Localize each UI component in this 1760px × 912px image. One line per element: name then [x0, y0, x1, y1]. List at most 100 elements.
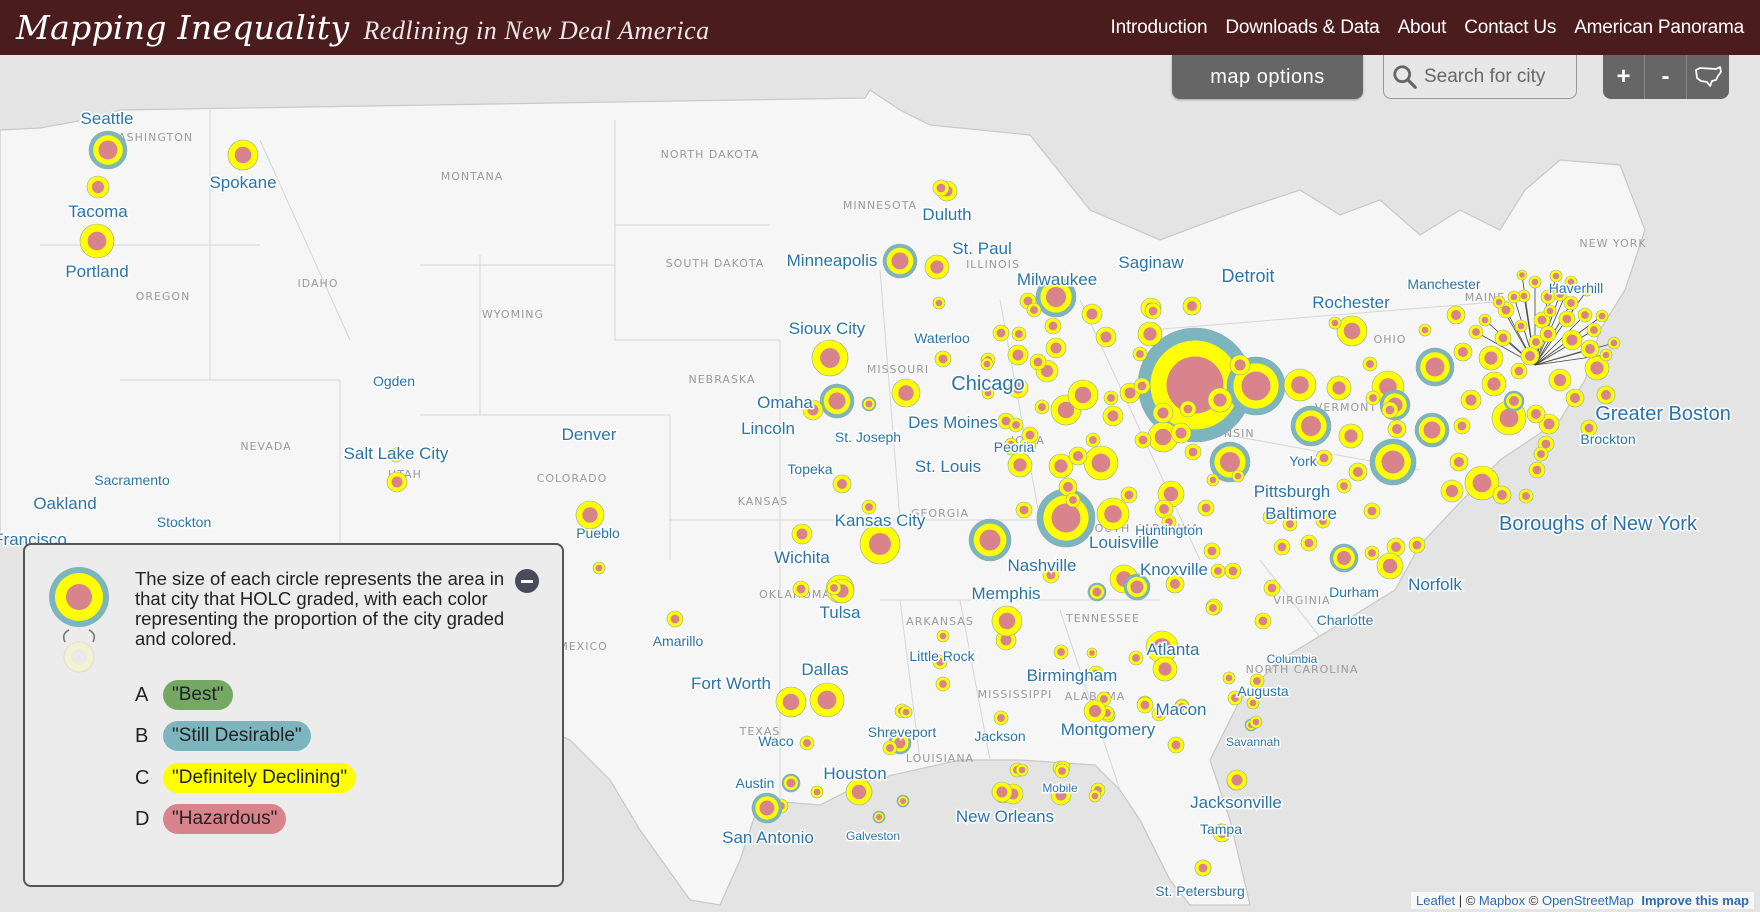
city-marker[interactable] [799, 735, 815, 751]
city-marker[interactable] [1516, 269, 1528, 281]
city-marker[interactable] [1460, 389, 1482, 411]
city-marker[interactable] [1179, 400, 1197, 418]
city-marker[interactable] [1518, 488, 1534, 504]
city-marker[interactable] [1468, 324, 1484, 340]
city-marker[interactable] [1133, 377, 1151, 395]
city-marker[interactable] [935, 676, 951, 692]
city-marker[interactable] [1132, 346, 1148, 362]
city-marker[interactable] [1015, 501, 1033, 519]
city-marker[interactable] [1096, 497, 1130, 531]
city-label[interactable]: Jackson [973, 727, 1027, 746]
city-label[interactable]: Ogden [371, 372, 416, 391]
city-marker[interactable] [1338, 423, 1364, 449]
city-marker[interactable] [1290, 405, 1332, 447]
city-marker[interactable] [1415, 347, 1455, 387]
map-options-button[interactable]: map options [1172, 55, 1363, 99]
city-label[interactable]: Tulsa [818, 602, 862, 624]
city-label[interactable]: San Antonio [721, 827, 816, 849]
city-label[interactable]: Minneapolis [785, 250, 879, 272]
city-label[interactable]: Savannah [1224, 734, 1281, 751]
zoom-out-button[interactable]: - [1645, 55, 1687, 99]
city-marker[interactable] [1144, 302, 1162, 320]
city-marker[interactable] [792, 580, 810, 598]
city-marker[interactable] [781, 773, 801, 793]
city-marker[interactable] [227, 139, 259, 171]
city-marker[interactable] [86, 175, 110, 199]
mapbox-link[interactable]: Mapbox [1479, 893, 1525, 908]
city-marker[interactable] [1222, 671, 1236, 685]
city-marker[interactable] [1336, 315, 1368, 347]
brand[interactable]: Mapping Inequality Redlining in New Deal… [16, 8, 710, 47]
city-marker[interactable] [1369, 438, 1417, 486]
city-marker[interactable] [1194, 859, 1212, 877]
city-marker[interactable] [1362, 356, 1378, 372]
city-label[interactable]: Waterloo [913, 329, 972, 348]
nav-introduction[interactable]: Introduction [1111, 17, 1208, 39]
city-label[interactable]: Omaha [756, 392, 815, 414]
city-marker[interactable] [1206, 473, 1220, 487]
city-marker[interactable] [1526, 404, 1546, 424]
city-marker[interactable] [1599, 348, 1613, 362]
city-marker[interactable] [791, 523, 813, 545]
nav-contact-us[interactable]: Contact Us [1464, 17, 1556, 39]
city-marker[interactable] [1263, 579, 1281, 597]
city-label[interactable]: Salt Lake City [342, 443, 450, 465]
city-label[interactable]: Montgomery [1059, 719, 1157, 741]
city-marker[interactable] [1283, 368, 1317, 402]
city-marker[interactable] [1170, 422, 1192, 444]
city-label[interactable]: Denver [560, 424, 618, 446]
city-label[interactable]: Charlotte [1315, 611, 1375, 630]
city-marker[interactable] [1007, 452, 1033, 478]
city-label[interactable]: St. Petersburg [1154, 882, 1247, 901]
city-marker[interactable] [1229, 354, 1251, 376]
city-marker[interactable] [1207, 387, 1233, 413]
city-marker[interactable] [1348, 462, 1368, 482]
nav-about[interactable]: About [1398, 17, 1447, 39]
city-marker[interactable] [1120, 486, 1138, 504]
city-marker[interactable] [896, 794, 910, 808]
city-marker[interactable] [1045, 337, 1067, 359]
city-marker[interactable] [592, 561, 606, 575]
city-marker[interactable] [1102, 405, 1124, 427]
city-label[interactable]: Portland [64, 261, 130, 283]
city-marker[interactable] [1478, 345, 1504, 371]
city-marker[interactable] [1205, 600, 1221, 616]
city-label[interactable]: Topeka [786, 460, 834, 479]
city-label[interactable]: Saginaw [1117, 252, 1186, 274]
city-label[interactable]: Fort Worth [690, 673, 773, 695]
city-marker[interactable] [1563, 295, 1579, 311]
city-marker[interactable] [991, 605, 1023, 637]
city-marker[interactable] [1365, 390, 1381, 406]
city-label[interactable]: Lincoln [740, 418, 797, 440]
city-marker[interactable] [1514, 319, 1528, 333]
city-label[interactable]: Baltimore [1264, 503, 1339, 525]
city-marker[interactable] [819, 383, 855, 419]
city-label[interactable]: York [1288, 452, 1320, 471]
city-label[interactable]: Amarillo [651, 632, 705, 651]
city-marker[interactable] [1083, 445, 1119, 481]
osm-link[interactable]: OpenStreetMap [1542, 893, 1634, 908]
city-marker[interactable] [1315, 449, 1333, 467]
city-marker[interactable] [1481, 371, 1507, 397]
city-label[interactable]: St. Paul [951, 238, 1014, 260]
city-label[interactable]: Columbia [1265, 651, 1319, 668]
city-marker[interactable] [1528, 461, 1546, 479]
city-marker[interactable] [1054, 763, 1070, 779]
city-marker[interactable] [88, 130, 128, 170]
city-marker[interactable] [1336, 478, 1352, 494]
city-marker[interactable] [666, 610, 684, 628]
city-label[interactable]: Little Rock [908, 647, 977, 666]
city-marker[interactable] [991, 781, 1013, 803]
city-marker[interactable] [1044, 317, 1062, 335]
city-marker[interactable] [1065, 492, 1081, 508]
city-marker[interactable] [1565, 388, 1585, 408]
city-label[interactable]: Knoxville [1138, 559, 1209, 581]
city-marker[interactable] [891, 378, 921, 408]
city-marker[interactable] [1586, 322, 1602, 338]
city-marker[interactable] [1203, 542, 1221, 560]
city-label[interactable]: Brockton [1579, 430, 1637, 449]
city-marker[interactable] [1533, 446, 1549, 462]
city-label[interactable]: Stockton [155, 513, 212, 532]
city-marker[interactable] [1081, 303, 1103, 325]
city-marker[interactable] [861, 396, 877, 412]
